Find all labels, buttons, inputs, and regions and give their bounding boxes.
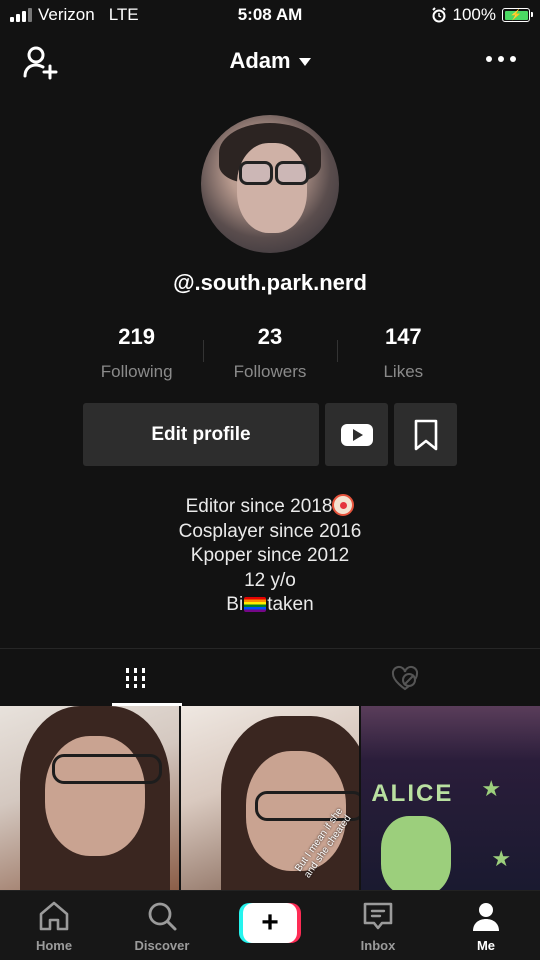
alarm-icon [431, 7, 446, 23]
bio-line: Bi taken [0, 593, 540, 618]
video-thumbnail[interactable]: ALICE ★ ★ [361, 706, 540, 890]
youtube-button[interactable] [325, 403, 388, 466]
nav-label: Discover [134, 938, 190, 953]
youtube-icon [340, 423, 373, 446]
plus-icon: + [243, 903, 297, 943]
nav-discover[interactable]: Discover [108, 891, 216, 960]
profile-header: Adam [0, 40, 540, 84]
bottom-nav: Home Discover + Inbox Me [0, 890, 540, 960]
status-bar: Verizon LTE 5:08 AM 100% ⚡ [0, 0, 540, 30]
bio-line: Cosplayer since 2016 [178, 520, 362, 542]
battery-percent: 100% [452, 5, 496, 24]
bookmark-button[interactable] [394, 403, 457, 466]
stat-value: 219 [118, 324, 156, 349]
bio-line: Kpoper since 2012 [190, 545, 350, 566]
content-tabs [0, 648, 540, 706]
stat-followers[interactable]: 23 Followers [203, 320, 336, 384]
rainbow-flag-icon [244, 597, 267, 612]
inbox-icon [363, 902, 393, 930]
profile-actions: Edit profile [83, 403, 457, 466]
caret-down-icon [298, 58, 311, 67]
bio-line: 12 y/o [244, 569, 296, 591]
nav-label: Me [476, 938, 496, 953]
nav-label: Inbox [360, 938, 396, 953]
bio-text: Bi [226, 594, 244, 615]
nav-home[interactable]: Home [0, 891, 108, 960]
edit-profile-button[interactable]: Edit profile [83, 403, 319, 466]
video-thumbnail[interactable] [0, 706, 179, 890]
stat-likes[interactable]: 147 Likes [336, 320, 470, 384]
avatar[interactable] [201, 115, 339, 253]
account-switcher[interactable]: Adam [0, 48, 540, 74]
create-button[interactable]: + [239, 903, 301, 943]
home-icon [39, 901, 69, 931]
stat-value: 23 [257, 324, 283, 349]
bookmark-icon [414, 419, 437, 450]
tab-liked[interactable] [270, 649, 540, 706]
stat-label: Likes [383, 362, 424, 381]
shirt-text: ALICE [371, 780, 454, 807]
video-thumbnail[interactable]: But I mean if she and she cheated [180, 706, 360, 890]
nav-create[interactable]: + [216, 891, 324, 960]
stat-label: Followers [233, 362, 307, 381]
stat-value: 147 [384, 324, 422, 349]
stat-label: Following [100, 362, 173, 381]
username: @.south.park.nerd [173, 270, 367, 295]
clown-emoji-icon [332, 494, 355, 516]
profile-stats: 219 Following 23 Followers 147 Likes [70, 320, 470, 384]
bio-line: Editor since 2018 [0, 494, 540, 520]
status-right: 100% ⚡ [431, 5, 533, 25]
bio-text: taken [267, 594, 314, 615]
account-name: Adam [229, 48, 291, 73]
star-icon: ★ [481, 776, 502, 801]
search-icon [148, 902, 177, 931]
nav-me[interactable]: Me [432, 891, 540, 960]
star-icon: ★ [491, 846, 512, 871]
video-grid: But I mean if she and she cheated ALICE … [0, 706, 540, 890]
grid-icon [125, 667, 145, 688]
profile-bio: Editor since 2018 Cosplayer since 2016 K… [0, 494, 540, 618]
stat-following[interactable]: 219 Following [70, 320, 203, 384]
profile-icon [473, 903, 499, 931]
nav-inbox[interactable]: Inbox [324, 891, 432, 960]
tab-videos[interactable] [0, 649, 270, 706]
battery-icon: ⚡ [502, 8, 533, 22]
bio-text: Editor since 2018 [185, 496, 333, 517]
more-options-icon[interactable] [486, 56, 516, 62]
hidden-heart-icon [391, 665, 419, 690]
nav-label: Home [35, 938, 73, 953]
